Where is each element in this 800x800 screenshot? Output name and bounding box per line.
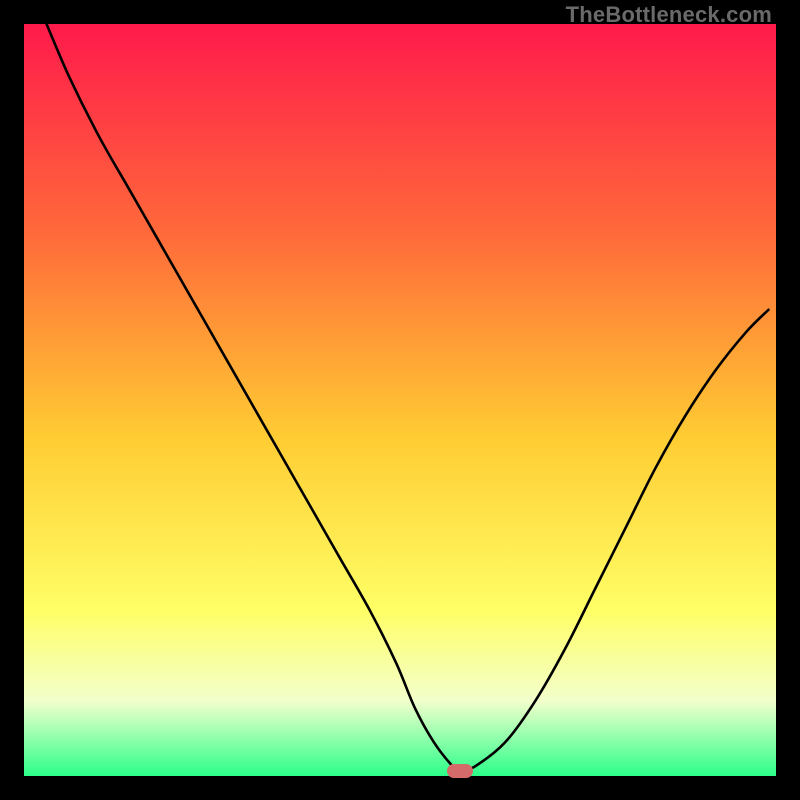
bottleneck-chart [24, 24, 776, 776]
watermark-text: TheBottleneck.com [566, 2, 772, 28]
gradient-background [24, 24, 776, 776]
optimal-point-marker [447, 764, 473, 778]
chart-frame [24, 24, 776, 776]
